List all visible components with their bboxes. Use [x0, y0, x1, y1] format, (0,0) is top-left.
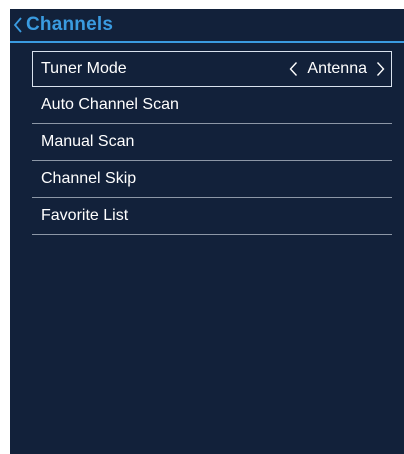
menu-header: Channels — [10, 9, 404, 41]
tuner-mode-value: Antenna — [307, 60, 367, 77]
menu-item-label: Channel Skip — [41, 170, 137, 187]
menu-item-tuner-mode[interactable]: Tuner Mode Antenna — [32, 51, 392, 87]
channels-menu: Tuner Mode Antenna Auto Channel Scan Man — [32, 51, 392, 235]
menu-item-channel-skip[interactable]: Channel Skip — [32, 161, 392, 198]
chevron-left-icon — [289, 62, 298, 76]
page-title: Channels — [26, 14, 114, 35]
tuner-mode-selector: Antenna — [289, 52, 385, 86]
chevron-right-icon — [376, 62, 385, 76]
menu-item-label: Auto Channel Scan — [41, 96, 179, 113]
chevron-left-icon — [13, 17, 22, 33]
menu-item-label: Favorite List — [41, 207, 129, 224]
previous-option-button[interactable] — [289, 61, 298, 77]
menu-item-auto-channel-scan[interactable]: Auto Channel Scan — [32, 87, 392, 124]
menu-item-favorite-list[interactable]: Favorite List — [32, 198, 392, 235]
menu-item-manual-scan[interactable]: Manual Scan — [32, 124, 392, 161]
menu-item-label: Manual Scan — [41, 133, 135, 150]
header-divider — [10, 41, 404, 43]
back-button[interactable] — [10, 13, 26, 37]
next-option-button[interactable] — [376, 61, 385, 77]
tv-menu-panel: Channels Tuner Mode Antenna Auto Channel… — [10, 9, 404, 454]
menu-item-label: Tuner Mode — [41, 60, 127, 77]
